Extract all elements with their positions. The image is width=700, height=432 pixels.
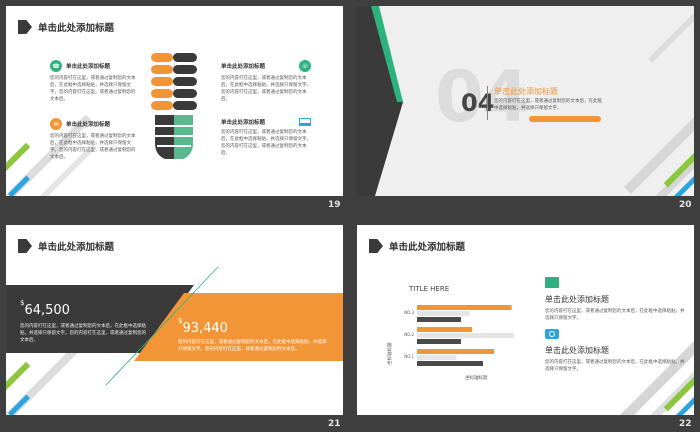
slide-number: 22	[679, 419, 692, 429]
section-chevron-graphic	[357, 6, 403, 196]
bar	[417, 355, 457, 360]
info-block-2: ✉ 单击此处添加标题 您的内容打在这里，或者通过复制您的文本后，在此框中选择粘贴…	[50, 118, 138, 161]
category-label: NO.2	[404, 332, 414, 337]
bar	[417, 339, 461, 344]
slide-title: 单击此处添加标题	[369, 239, 465, 253]
slide-title: 单击此处添加标题	[18, 20, 114, 34]
phone-icon: ☎	[50, 60, 62, 72]
section-divider	[487, 86, 488, 120]
bulb-coil	[151, 53, 197, 110]
bar	[417, 327, 472, 332]
slide-number: 19	[328, 200, 341, 210]
decor-stripe-right-3	[648, 6, 694, 63]
decor-stripe-green	[6, 142, 31, 176]
chart-side-item-2: 单击此处添加标题 您的内容打在这里，或者通过复制您的文本后，在此框中选择粘贴，并…	[545, 329, 685, 373]
phone-call-icon: ☏	[299, 60, 311, 72]
bar	[417, 311, 470, 316]
bar	[417, 305, 512, 310]
monitor-icon	[545, 277, 559, 288]
bar	[417, 361, 483, 366]
info-block-1: ☎ 单击此处添加标题 您的内容打在这里，或者通过复制您的文本后，在此框中选择粘贴…	[50, 60, 138, 103]
bar	[417, 317, 461, 322]
slide-number: 21	[328, 419, 341, 429]
decor-stripe-blue	[8, 175, 30, 196]
slide-19-thumbnail[interactable]: 单击此处添加标题 ☎ 单击此处添加标题 您的内容打在这里，或者通过复制您的文本后…	[6, 6, 343, 196]
stat-right: $93,440	[178, 317, 228, 336]
stat-panels-graphic	[6, 266, 343, 386]
slide-22-thumbnail[interactable]: 单击此处添加标题 TITLE HERE 坐标轴标题 坐标轴标题 NO.3 NO.2…	[357, 225, 694, 415]
camera-icon	[545, 329, 559, 339]
section-accent-bar	[529, 116, 601, 122]
slide-21-thumbnail[interactable]: 单击此处添加标题 $64,500 您的内容打在这里，或者通过复制您的文本后，在此…	[6, 225, 343, 415]
chart-side-item-1: 单击此处添加标题 您的内容打在这里，或者通过复制您的文本后，在此框中选择粘贴，并…	[545, 277, 685, 322]
bar-chart: 坐标轴标题 坐标轴标题 NO.3 NO.2 NO.1	[386, 305, 514, 381]
slide-20-thumbnail[interactable]: 04 04 单击此处添加标题 您的内容打在这里，或者通过复制您的文本后，在此框中…	[357, 6, 694, 196]
category-label: NO.1	[404, 354, 414, 359]
category-label: NO.3	[404, 310, 414, 315]
bar	[417, 349, 494, 354]
bar	[417, 333, 514, 338]
title-arrow-icon	[369, 239, 383, 253]
chat-icon: ✉	[50, 118, 62, 130]
title-arrow-icon	[18, 20, 32, 34]
stat-right-text: 您的内容打在这里，或者通过复制您的文本后，在此框中选择粘贴，并选择只保留文字。您…	[178, 340, 327, 352]
light-bulb-graphic	[151, 53, 197, 159]
section-text: 您的内容打在这里，或者通过复制您的文本后，在此框中选择粘贴，并选择只保留文字。	[494, 99, 602, 111]
slide-number: 20	[679, 200, 692, 210]
info-block-3: 单击此处添加标题 ☏ 您的内容打在这里，或者通过复制您的文本后，在此框中选择粘贴…	[221, 60, 311, 103]
stat-left: $64,500	[20, 299, 70, 318]
laptop-icon	[299, 118, 311, 126]
stat-left-text: 您的内容打在这里，或者通过复制您的文本后，在此框中选择粘贴，并选择只保留文字。您…	[20, 324, 146, 343]
info-block-4: 单击此处添加标题 您的内容打在这里，或者通过复制您的文本后，在此框中选择粘贴，并…	[221, 118, 311, 156]
chart-ylabel: 坐标轴标题	[386, 342, 393, 365]
section-number: 04	[461, 89, 495, 117]
chart-xlabel: 坐标轴标题	[465, 374, 488, 381]
section-heading: 单击此处添加标题	[494, 87, 558, 96]
chart-title: TITLE HERE	[409, 285, 450, 293]
